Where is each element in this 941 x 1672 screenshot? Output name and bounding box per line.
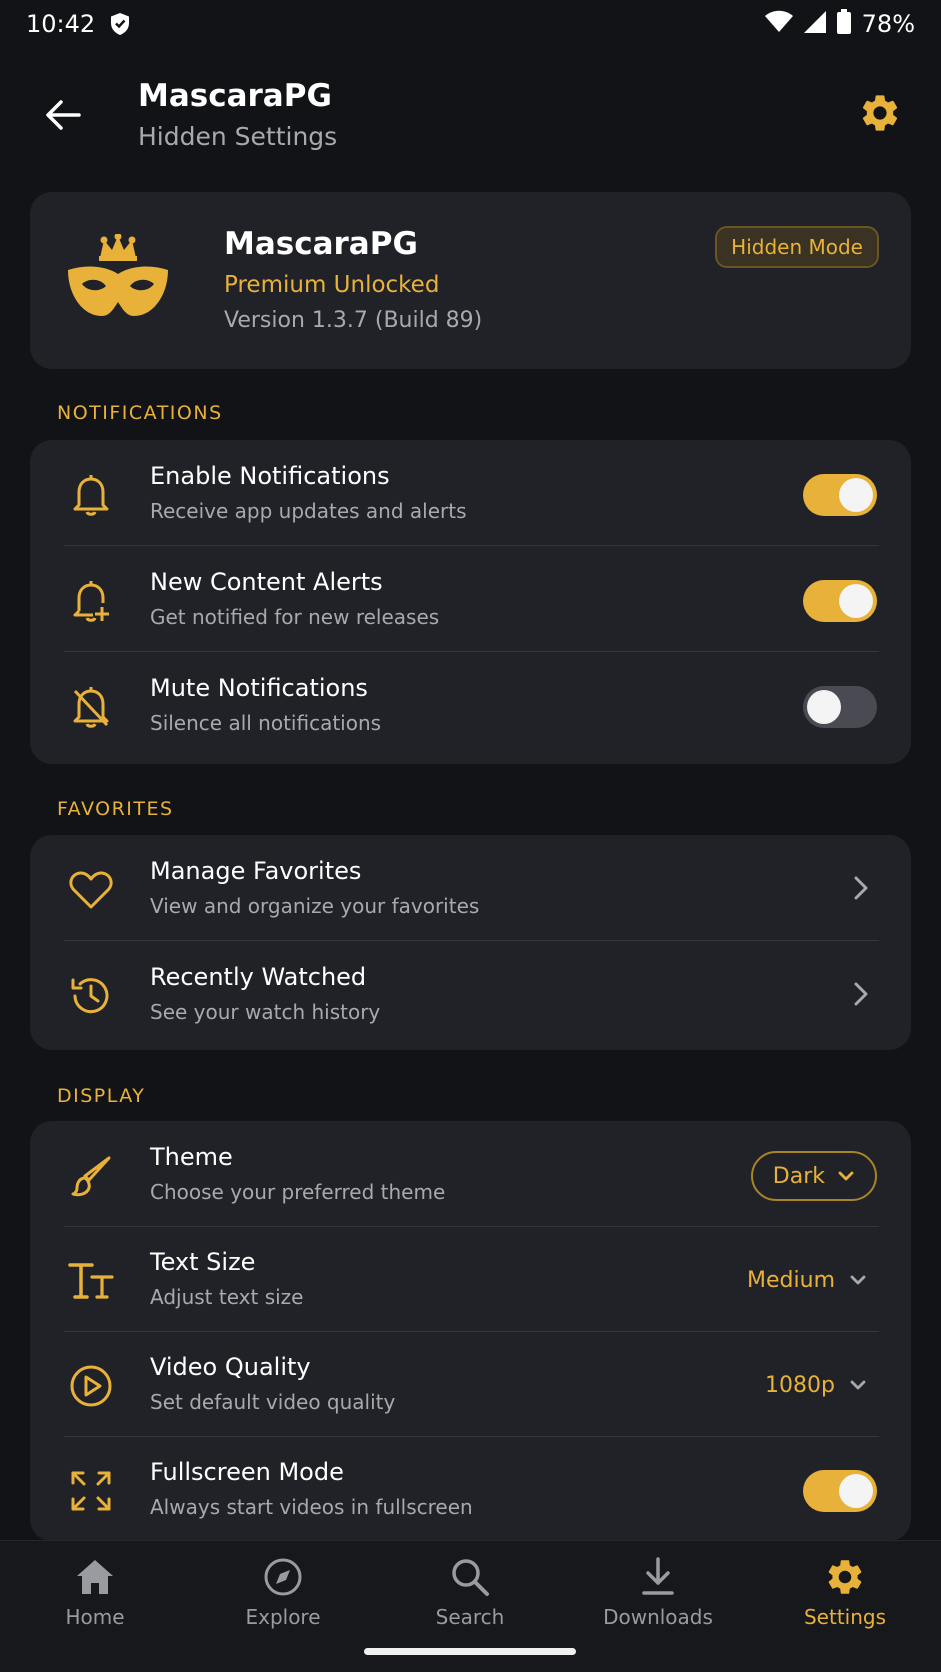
row-title: Enable Notifications	[150, 462, 390, 490]
nav-label: Explore	[245, 1605, 321, 1629]
bell-icon	[64, 468, 118, 522]
heart-icon	[64, 863, 118, 917]
row-subtitle: Receive app updates and alerts	[150, 499, 467, 523]
nav-label: Search	[435, 1605, 505, 1629]
section-header-favorites: FAVORITES	[57, 798, 174, 820]
row-subtitle: Choose your preferred theme	[150, 1180, 446, 1204]
play-circle-icon	[64, 1359, 118, 1413]
nav-downloads[interactable]: Downloads	[583, 1555, 733, 1641]
battery-percent: 78%	[861, 10, 915, 38]
row-title: Recently Watched	[150, 963, 367, 991]
row-title: Fullscreen Mode	[150, 1458, 344, 1486]
video-quality-dropdown[interactable]: 1080p	[765, 1367, 867, 1403]
paintbrush-icon	[64, 1149, 118, 1203]
row-title: New Content Alerts	[150, 568, 383, 596]
text-size-icon	[64, 1254, 118, 1308]
row-title: Manage Favorites	[150, 857, 362, 885]
page-title: MascaraPG	[138, 78, 332, 114]
fullscreen-icon	[64, 1464, 118, 1518]
chevron-right-icon	[853, 981, 869, 1011]
row-enable-notifications[interactable]: Enable Notifications Receive app updates…	[30, 440, 911, 546]
shield-icon	[109, 12, 131, 36]
chevron-down-icon	[838, 1171, 854, 1181]
gear-icon	[824, 1555, 866, 1599]
display-card: Theme Choose your preferred theme Dark T…	[30, 1121, 911, 1541]
row-title: Mute Notifications	[150, 674, 368, 702]
row-subtitle: See your watch history	[150, 1000, 381, 1024]
status-time: 10:42	[26, 10, 96, 38]
bell-off-icon	[64, 680, 118, 734]
toggle-knob	[839, 478, 873, 512]
signal-icon	[802, 10, 828, 38]
home-indicator[interactable]	[364, 1648, 576, 1655]
nav-settings[interactable]: Settings	[770, 1555, 920, 1641]
chevron-right-icon	[853, 875, 869, 905]
toggle-knob	[807, 690, 841, 724]
text-size-dropdown[interactable]: Medium	[747, 1262, 867, 1298]
chevron-down-icon	[850, 1380, 866, 1390]
download-icon	[640, 1555, 676, 1599]
row-subtitle: View and organize your favorites	[150, 894, 480, 918]
row-recently-watched[interactable]: Recently Watched See your watch history	[30, 941, 911, 1047]
history-icon	[64, 969, 118, 1023]
search-icon	[450, 1555, 490, 1599]
row-theme[interactable]: Theme Choose your preferred theme Dark	[30, 1121, 911, 1227]
row-fullscreen-mode[interactable]: Fullscreen Mode Always start videos in f…	[30, 1436, 911, 1542]
favorites-card: Manage Favorites View and organize your …	[30, 835, 911, 1050]
nav-label: Downloads	[603, 1605, 713, 1629]
row-new-content-alerts[interactable]: New Content Alerts Get notified for new …	[30, 546, 911, 652]
nav-label: Settings	[803, 1605, 887, 1629]
row-title: Video Quality	[150, 1353, 311, 1381]
profile-card: MascaraPG Premium Unlocked Version 1.3.7…	[30, 192, 911, 369]
nav-label: Home	[65, 1605, 125, 1629]
notifications-card: Enable Notifications Receive app updates…	[30, 440, 911, 764]
mute-notifications-toggle[interactable]	[803, 686, 877, 728]
chevron-down-icon	[850, 1275, 866, 1285]
section-header-display: DISPLAY	[57, 1085, 146, 1107]
nav-home[interactable]: Home	[20, 1555, 170, 1641]
battery-icon	[836, 9, 852, 39]
mask-logo-icon	[66, 233, 170, 324]
version-text: Version 1.3.7 (Build 89)	[224, 308, 483, 333]
premium-status: Premium Unlocked	[224, 272, 440, 298]
row-subtitle: Always start videos in fullscreen	[150, 1495, 473, 1519]
row-subtitle: Set default video quality	[150, 1390, 396, 1414]
app-bar: MascaraPG Hidden Settings	[0, 70, 941, 160]
toggle-knob	[839, 584, 873, 618]
wifi-icon	[764, 10, 794, 38]
theme-dropdown[interactable]: Dark	[750, 1151, 877, 1201]
bell-plus-icon	[64, 574, 118, 628]
row-text-size[interactable]: Text Size Adjust text size Medium	[30, 1226, 911, 1332]
video-quality-value: 1080p	[765, 1372, 835, 1398]
row-subtitle: Adjust text size	[150, 1285, 304, 1309]
toggle-knob	[839, 1474, 873, 1508]
home-icon	[75, 1555, 115, 1599]
row-manage-favorites[interactable]: Manage Favorites View and organize your …	[30, 835, 911, 941]
page-subtitle: Hidden Settings	[138, 122, 338, 151]
row-video-quality[interactable]: Video Quality Set default video quality …	[30, 1331, 911, 1437]
section-header-notifications: NOTIFICATIONS	[57, 402, 223, 424]
row-title: Theme	[150, 1143, 233, 1171]
arrow-left-icon	[46, 100, 81, 130]
enable-notifications-toggle[interactable]	[803, 474, 877, 516]
nav-search[interactable]: Search	[395, 1555, 545, 1641]
hidden-mode-badge: Hidden Mode	[715, 226, 879, 268]
text-size-value: Medium	[747, 1267, 835, 1293]
row-subtitle: Silence all notifications	[150, 711, 382, 735]
row-mute-notifications[interactable]: Mute Notifications Silence all notificat…	[30, 652, 911, 758]
profile-name: MascaraPG	[224, 226, 418, 262]
back-button[interactable]	[40, 92, 86, 138]
status-indicators: 78%	[764, 9, 915, 39]
fullscreen-mode-toggle[interactable]	[803, 1470, 877, 1512]
settings-gear-button[interactable]	[855, 88, 905, 138]
compass-icon	[263, 1555, 303, 1599]
status-bar: 10:42 78%	[0, 0, 941, 48]
new-content-alerts-toggle[interactable]	[803, 580, 877, 622]
row-subtitle: Get notified for new releases	[150, 605, 440, 629]
theme-value: Dark	[772, 1163, 825, 1189]
nav-explore[interactable]: Explore	[208, 1555, 358, 1641]
gear-icon	[862, 95, 898, 131]
row-title: Text Size	[150, 1248, 256, 1276]
